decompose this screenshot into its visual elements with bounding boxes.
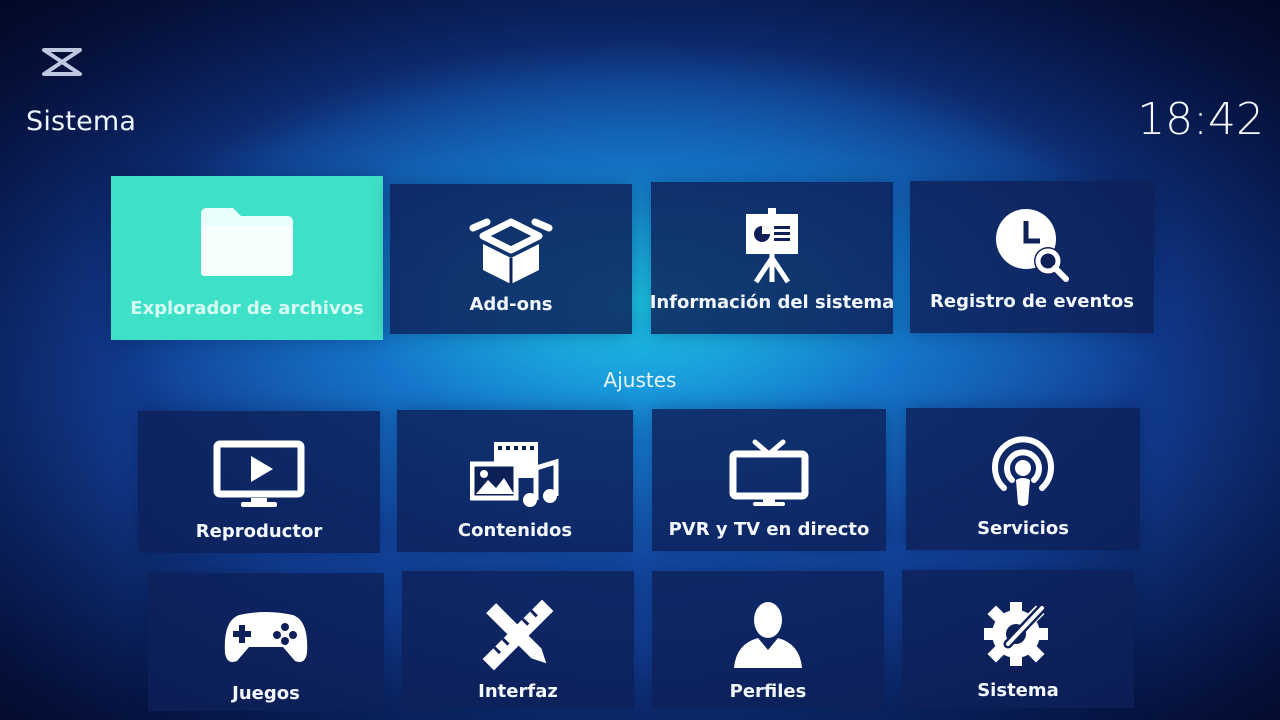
gear-wrench-icon (978, 594, 1058, 674)
folder-icon (197, 200, 297, 280)
settings-section-header: Ajustes (603, 368, 677, 392)
tile-system[interactable]: Sistema (902, 570, 1134, 708)
gamepad-icon (221, 597, 311, 677)
clock-search-icon (994, 205, 1070, 285)
box-icon (469, 208, 553, 288)
clock: 18:42 (1137, 94, 1264, 145)
tile-label: Registro de eventos (930, 291, 1134, 312)
tile-label: Contenidos (457, 520, 573, 541)
pencil-ruler-icon (480, 595, 556, 675)
tile-file-explorer[interactable]: Explorador de archivos (111, 176, 383, 340)
tile-label: Juegos (232, 683, 300, 704)
tile-interface[interactable]: Interfaz (402, 571, 634, 709)
tile-event-log[interactable]: Registro de eventos (910, 181, 1154, 333)
tile-pvr-live-tv[interactable]: PVR y TV en directo (652, 409, 886, 551)
tv-play-icon (213, 435, 305, 515)
tile-label: Perfiles (729, 681, 807, 702)
tile-media[interactable]: Contenidos (397, 410, 633, 552)
tile-system-info[interactable]: Información del sistema (649, 182, 895, 334)
tile-label: Servicios (977, 518, 1069, 539)
page-title: Sistema (26, 106, 137, 137)
podcast-icon (988, 432, 1058, 512)
tile-label: Explorador de archivos (130, 298, 364, 319)
tile-label: Sistema (977, 680, 1059, 701)
tile-label: PVR y TV en directo (668, 519, 870, 540)
tile-profiles[interactable]: Perfiles (652, 571, 884, 709)
presentation-board-icon (742, 206, 802, 286)
tile-services[interactable]: Servicios (906, 408, 1140, 550)
app-logo-icon (40, 44, 84, 80)
tile-label: Add-ons (469, 294, 553, 315)
tile-player[interactable]: Reproductor (138, 411, 380, 553)
media-library-icon (470, 434, 560, 514)
tile-label: Reproductor (195, 521, 323, 542)
retro-tv-icon (729, 433, 809, 513)
tile-games[interactable]: Juegos (148, 573, 384, 711)
tile-addons[interactable]: Add-ons (390, 184, 632, 334)
tile-label: Interfaz (478, 681, 558, 702)
tile-label: Información del sistema (649, 292, 895, 313)
user-profile-icon (730, 595, 806, 675)
